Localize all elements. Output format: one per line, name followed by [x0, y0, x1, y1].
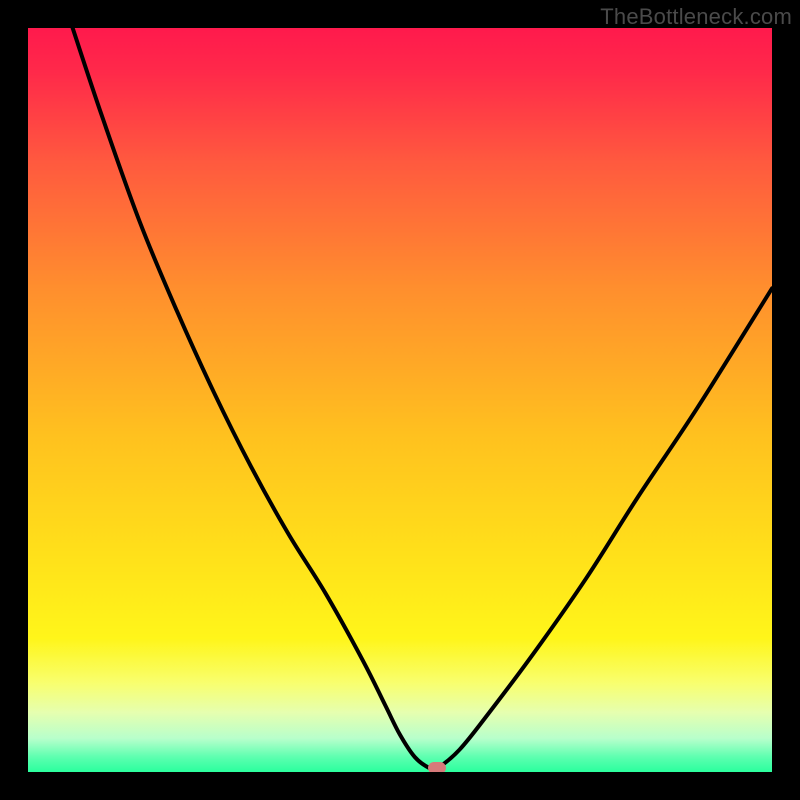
- bottleneck-curve: [28, 28, 772, 772]
- watermark-text: TheBottleneck.com: [600, 4, 792, 30]
- chart-frame: TheBottleneck.com: [0, 0, 800, 800]
- optimal-point-marker: [428, 762, 446, 772]
- plot-area: [28, 28, 772, 772]
